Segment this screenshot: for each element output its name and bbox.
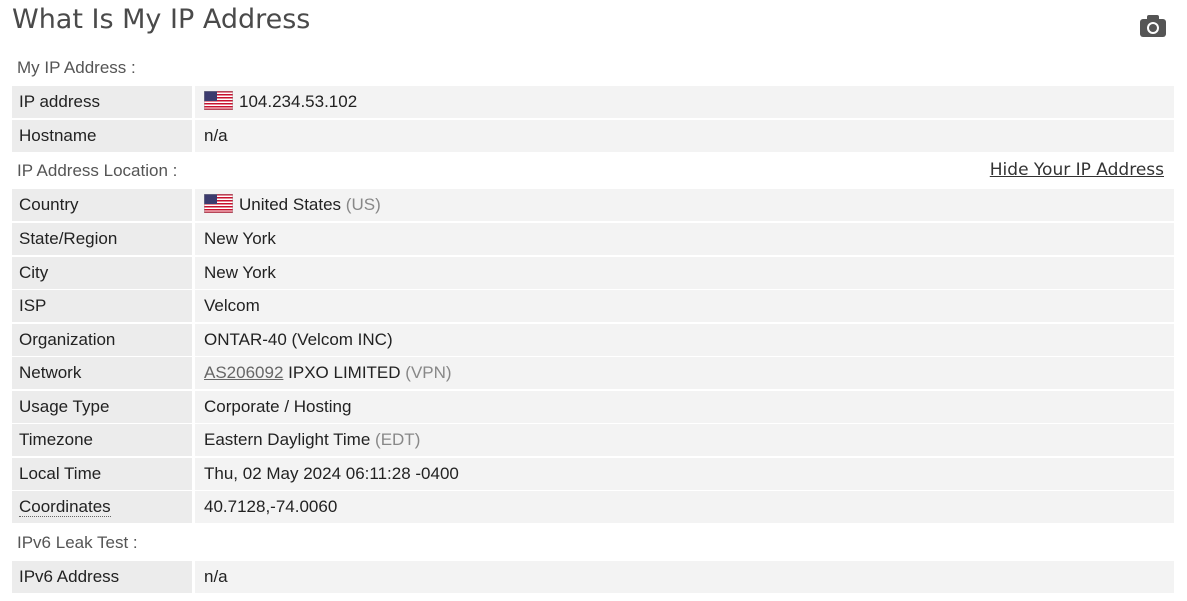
row-label: Country — [12, 189, 192, 221]
row-value: ONTAR-40 (Velcom INC) — [195, 324, 1174, 356]
row-label: City — [12, 257, 192, 289]
row-value: Velcom — [195, 290, 1174, 322]
table-row-local-time: Local Time Thu, 02 May 2024 06:11:28 -04… — [12, 458, 1174, 490]
section-label-location: IP Address Location : — [17, 161, 178, 180]
row-label: State/Region — [12, 223, 192, 255]
country-value: United States — [239, 195, 342, 214]
row-value: Eastern Daylight Time (EDT) — [195, 424, 1174, 456]
row-label: Coordinates — [12, 491, 192, 523]
row-value: Corporate / Hosting — [195, 391, 1174, 423]
row-label: Timezone — [12, 424, 192, 456]
table-row-state: State/Region New York — [12, 223, 1174, 255]
row-value: United States (US) — [195, 189, 1174, 221]
ip-address-value: 104.234.53.102 — [239, 92, 358, 111]
row-label: IP address — [12, 86, 192, 118]
table-row-city: City New York — [12, 257, 1174, 289]
row-label: ISP — [12, 290, 192, 322]
row-value: n/a — [195, 120, 1174, 152]
table-row-coordinates: Coordinates 40.7128,-74.0060 — [12, 491, 1174, 523]
row-value: 40.7128,-74.0060 — [195, 491, 1174, 523]
timezone-value: Eastern Daylight Time — [204, 430, 371, 449]
row-label: Network — [12, 357, 192, 389]
country-code: (US) — [345, 195, 381, 214]
row-label: Local Time — [12, 458, 192, 490]
table-row-ipv6-address: IPv6 Address n/a — [12, 561, 1174, 593]
table-row-country: Country United States (US) — [12, 189, 1174, 221]
row-label: Usage Type — [12, 391, 192, 423]
table-row-organization: Organization ONTAR-40 (Velcom INC) — [12, 324, 1174, 356]
row-value: New York — [195, 257, 1174, 289]
row-value: New York — [195, 223, 1174, 255]
row-value: 104.234.53.102 — [195, 86, 1174, 118]
us-flag-icon — [204, 194, 233, 213]
table-row-isp: ISP Velcom — [12, 290, 1174, 322]
network-name: IPXO LIMITED — [288, 363, 401, 382]
section-label-ipv6: IPv6 Leak Test : — [17, 533, 138, 552]
camera-icon[interactable] — [1139, 14, 1167, 38]
row-value: n/a — [195, 561, 1174, 593]
table-row-hostname: Hostname n/a — [12, 120, 1174, 152]
row-label: Hostname — [12, 120, 192, 152]
timezone-tag: (EDT) — [375, 430, 421, 449]
table-row-usage-type: Usage Type Corporate / Hosting — [12, 391, 1174, 423]
hide-ip-link[interactable]: Hide Your IP Address — [990, 160, 1164, 180]
row-value: AS206092 IPXO LIMITED (VPN) — [195, 357, 1174, 389]
row-value: Thu, 02 May 2024 06:11:28 -0400 — [195, 458, 1174, 490]
us-flag-icon — [204, 91, 233, 110]
table-row-network: Network AS206092 IPXO LIMITED (VPN) — [12, 357, 1174, 389]
section-label-my-ip: My IP Address : — [17, 58, 136, 77]
table-row-ip-address: IP address 104.234.53.102 — [12, 86, 1174, 118]
asn-link[interactable]: AS206092 — [204, 363, 283, 382]
row-label: IPv6 Address — [12, 561, 192, 593]
table-row-timezone: Timezone Eastern Daylight Time (EDT) — [12, 424, 1174, 456]
network-tag: (VPN) — [405, 363, 452, 382]
coordinates-label[interactable]: Coordinates — [19, 497, 111, 517]
page-title: What Is My IP Address — [12, 4, 311, 35]
row-label: Organization — [12, 324, 192, 356]
